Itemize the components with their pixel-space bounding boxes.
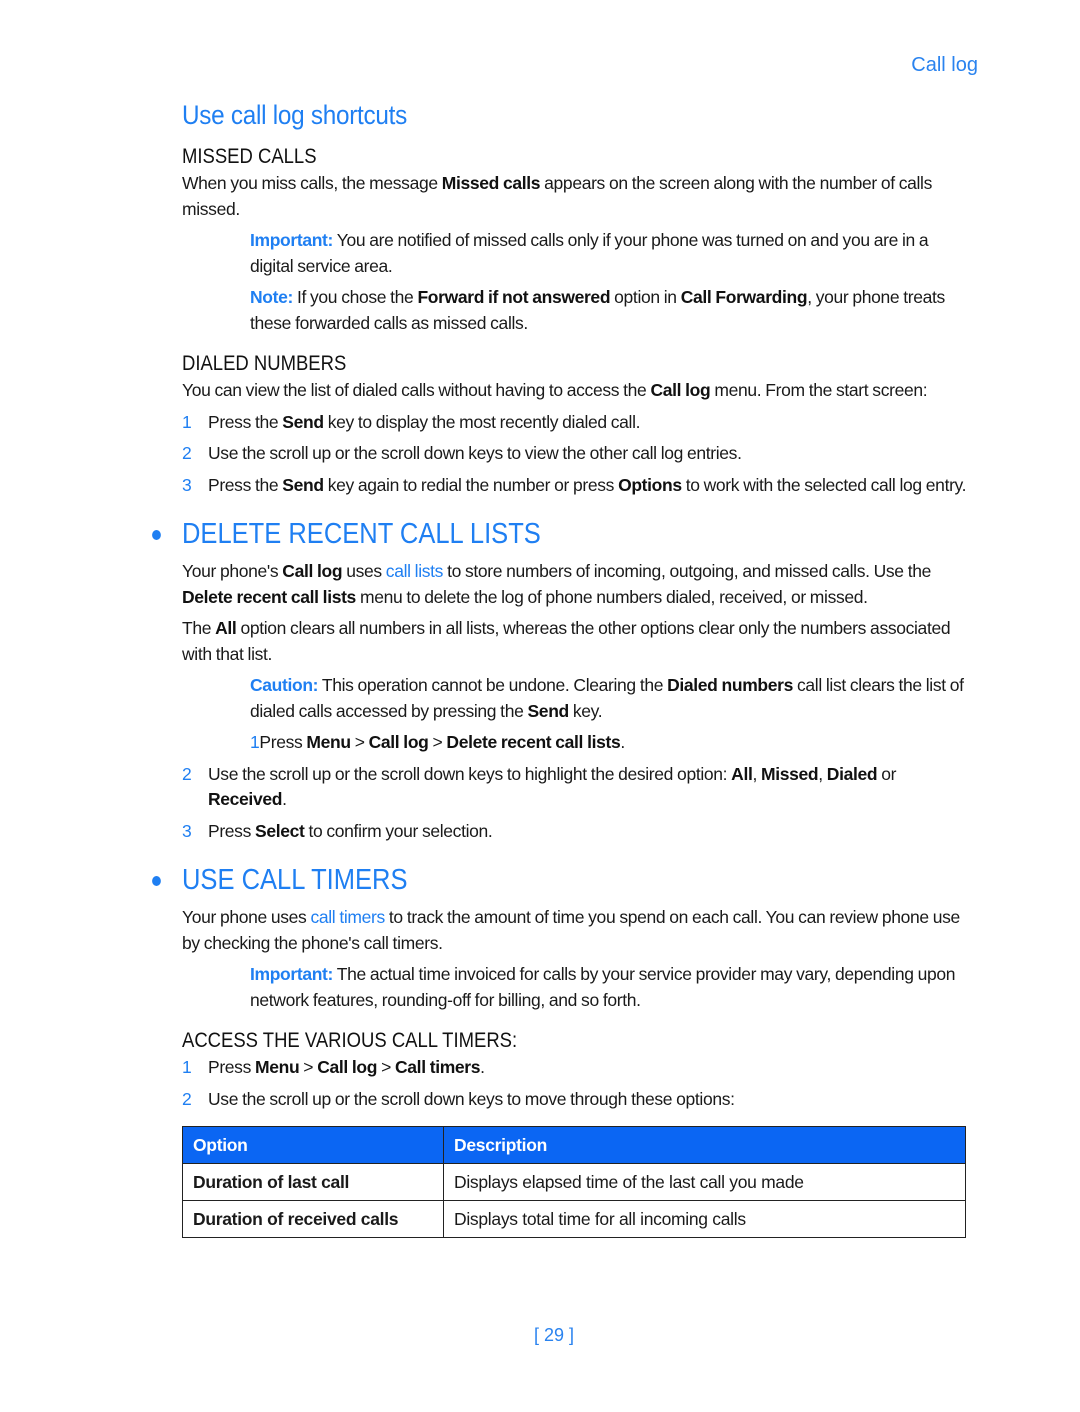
use-call-timers-heading: USE CALL TIMERS [152,864,877,897]
caution-label: Caution: [250,675,319,695]
bullet-icon [152,530,161,540]
step-number: 1 [250,732,260,752]
caution-note: Caution: This operation cannot be undone… [250,675,964,721]
description-cell: Displays total time for all incoming cal… [443,1200,966,1238]
step-number: 2 [182,443,192,463]
delete-step-1: 1Press Menu > Call log > Delete recent c… [250,732,625,752]
timers-para-1: Your phone uses call timers to track the… [182,907,960,953]
delete-recent-call-lists-heading: DELETE RECENT CALL LISTS [152,518,877,551]
step-number: 3 [182,820,192,841]
important-label: Important: [250,964,334,984]
step-number: 1 [182,411,192,432]
option-cell: Duration of last call [182,1163,444,1201]
missed-calls-heading: MISSED CALLS [182,145,317,168]
step: 1 Press Menu > Call log > Call timers. [182,1055,972,1081]
dialed-steps: 1 Press the Send key to display the most … [182,410,972,499]
dialed-numbers-body: You can view the list of dialed calls wi… [182,380,928,400]
option-cell: Duration of received calls [182,1200,444,1238]
delete-steps: 2 Use the scroll up or the scroll down ke… [182,762,972,845]
description-cell: Displays elapsed time of the last call y… [443,1163,966,1201]
timers-steps: 1 Press Menu > Call log > Call timers. 2U… [182,1055,972,1112]
bullet-icon [152,876,161,886]
step: 2 Use the scroll up or the scroll down ke… [182,441,972,467]
table-row: Duration of received calls Displays tota… [182,1200,966,1238]
important-note-missed: Important: You are notified of missed ca… [250,230,929,276]
step-number: 2 [182,1088,192,1109]
step: 3 Press the Send key again to redial the … [182,473,972,499]
step-number: 2 [182,763,192,784]
delete-para-1: Your phone's Call log uses call lists to… [182,561,931,607]
dialed-numbers-heading: DIALED NUMBERS [182,352,347,375]
column-header-option: Option [182,1126,444,1164]
page-title: Use call log shortcuts [182,100,408,130]
table-header-row: Option Description [182,1126,966,1164]
running-head: Call log [911,54,978,76]
call-lists-term: call lists [385,561,444,581]
step: 3 Press Select to confirm your selection. [182,819,972,845]
missed-calls-body: When you miss calls, the message Missed … [182,173,932,219]
delete-para-2: The All option clears all numbers in all… [182,618,951,664]
forwarding-note: Note: If you chose the Forward if not an… [250,287,945,333]
step: 2 Use the scroll up or the scroll down ke… [182,762,972,813]
step: 2 Use the scroll up or the scroll down ke… [182,1087,972,1113]
step: 1 Press the Send key to display the most … [182,410,972,436]
access-call-timers-heading: ACCESS THE VARIOUS CALL TIMERS: [182,1029,518,1052]
page-content: Use call log shortcuts MISSED CALLS When… [152,100,972,1238]
table-row: Duration of last call Displays elapsed t… [182,1163,966,1201]
call-timer-options-table: Option Description Duration of last call… [182,1126,966,1238]
manual-page: Call log Use call log shortcuts MISSED C… [0,0,1080,1412]
step-number: 3 [182,474,192,495]
call-timers-term: call timers [310,907,385,927]
important-label: Important: [250,230,334,250]
step-number: 1 [182,1057,192,1077]
page-number: [ 29 ] [533,1325,575,1345]
column-header-description: Description [443,1126,966,1164]
important-note-timers: Important: The actual time invoiced for … [250,964,956,1010]
note-label: Note: [250,287,293,307]
